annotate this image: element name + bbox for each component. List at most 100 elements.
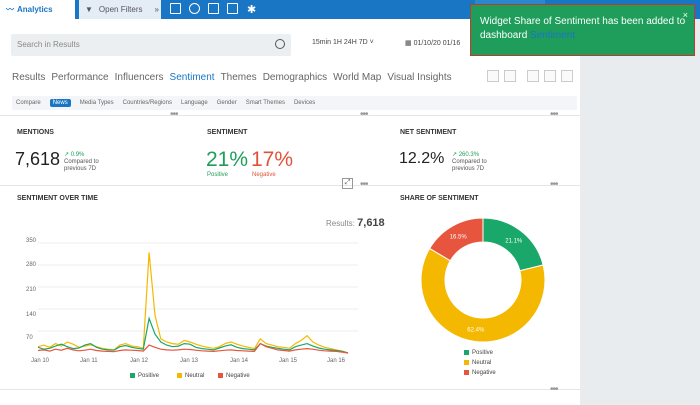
tab-demographics[interactable]: Demographics — [263, 72, 327, 83]
filter-icon: ▼ — [85, 5, 93, 14]
sentiment-over-time-title: SENTIMENT OVER TIME — [17, 195, 98, 202]
legend-negative[interactable]: Negative — [218, 373, 250, 379]
x-tick: Jan 16 — [327, 358, 346, 364]
positive-label: Positive — [207, 172, 229, 178]
subnav-gender[interactable]: Gender — [217, 100, 237, 106]
tab-sentiment[interactable]: Sentiment — [170, 72, 215, 83]
bulb-icon[interactable] — [189, 3, 200, 14]
subnav-compare[interactable]: Compare — [16, 100, 41, 106]
negative-swatch — [218, 373, 223, 378]
analytics-tab[interactable]: 〰 Analytics — [0, 0, 75, 19]
open-filters-button[interactable]: ▼ Open Filters » — [79, 0, 161, 19]
pie-legend-positive-label: Positive — [472, 350, 494, 357]
y-tick: 70 — [26, 335, 33, 341]
grid-icon[interactable] — [170, 3, 181, 14]
refresh-icon[interactable] — [504, 70, 516, 82]
layout-icon[interactable] — [527, 70, 539, 82]
tab-themes[interactable]: Themes — [221, 72, 257, 83]
mentions-compared: Compared to — [64, 159, 99, 165]
net-sentiment-value: 12.2% — [399, 150, 445, 167]
more-options-icon[interactable]: ••• — [360, 179, 368, 190]
tab-visual-insights[interactable]: Visual Insights — [387, 72, 451, 83]
toast-notification: × Widget Share of Sentiment has been add… — [470, 4, 695, 56]
x-tick: Jan 15 — [279, 358, 298, 364]
search-icon[interactable] — [275, 39, 285, 49]
negative-percentage: 17% — [251, 148, 294, 171]
y-tick: 210 — [26, 287, 37, 293]
x-tick: Jan 14 — [230, 358, 249, 364]
subnav-language[interactable]: Language — [181, 100, 208, 106]
pie-legend-negative[interactable]: Negative — [464, 370, 496, 376]
positive-swatch — [130, 373, 135, 378]
subnav-news[interactable]: News — [49, 99, 71, 107]
x-tick: Jan 11 — [80, 358, 98, 364]
series-line-neutral — [38, 252, 349, 354]
document-icon[interactable] — [208, 3, 219, 14]
expand-icon[interactable]: ⤢ — [342, 178, 353, 189]
calendar-tool-icon[interactable] — [487, 70, 499, 82]
neutral-swatch — [464, 360, 469, 365]
net-sentiment-change: ↗ 260.3% — [452, 152, 480, 158]
share-icon[interactable] — [561, 70, 573, 82]
share-of-sentiment-donut: 21.1% 62.4% 16.5% — [420, 217, 546, 343]
positive-percentage: 21% — [206, 148, 249, 171]
search-input[interactable]: Search in Results — [11, 34, 291, 56]
neutral-swatch — [177, 373, 182, 378]
mentions-period: previous 7D — [64, 166, 97, 172]
divider — [0, 115, 580, 116]
slice-label-positive: 21.1% — [505, 239, 523, 245]
date-range-picker[interactable]: ▦ 01/10/20 01/16 — [405, 39, 460, 47]
sentiment-over-time-chart — [38, 242, 358, 354]
legend-neutral[interactable]: Neutral — [177, 373, 204, 379]
share-of-sentiment-title: SHARE OF SENTIMENT — [400, 195, 479, 202]
time-range-selector[interactable]: 15min 1H 24H 7D ˅ — [312, 39, 374, 46]
divider — [0, 185, 580, 186]
analytics-logo-icon: 〰 — [6, 5, 14, 14]
main-panel: Search in Results 15min 1H 24H 7D ˅ ▦ 01… — [0, 19, 580, 405]
pie-legend-positive[interactable]: Positive — [464, 350, 493, 356]
subnav-devices[interactable]: Devices — [294, 100, 315, 106]
pie-legend-neutral[interactable]: Neutral — [464, 360, 491, 366]
pie-legend-negative-label: Negative — [472, 370, 496, 377]
tab-performance[interactable]: Performance — [51, 72, 108, 83]
more-options-icon[interactable]: ••• — [550, 384, 558, 395]
negative-swatch — [464, 370, 469, 375]
monitor-icon[interactable] — [227, 3, 238, 14]
more-options-icon[interactable]: ••• — [550, 179, 558, 190]
subnav-media-types[interactable]: Media Types — [80, 100, 114, 106]
toast-sentiment-link[interactable]: Sentiment — [530, 30, 575, 41]
sub-navigation: Compare News Media Types Countries/Regio… — [12, 96, 577, 110]
export-icon[interactable] — [544, 70, 556, 82]
legend-neutral-label: Neutral — [185, 373, 205, 380]
search-placeholder: Search in Results — [17, 40, 80, 49]
series-line-positive — [38, 316, 349, 354]
section-tabs: Results Performance Influencers Sentimen… — [12, 72, 452, 83]
analytics-label: Analytics — [17, 5, 53, 14]
net-sentiment-compared: Compared to — [452, 159, 487, 165]
gear-icon[interactable]: ✱ — [247, 0, 256, 19]
tab-world-map[interactable]: World Map — [333, 72, 381, 83]
more-options-icon[interactable]: ••• — [550, 109, 558, 120]
legend-negative-label: Negative — [226, 373, 250, 380]
net-sentiment-period: previous 7D — [452, 166, 485, 172]
subnav-countries[interactable]: Countries/Regions — [123, 100, 172, 106]
date-range-text: 01/10/20 01/16 — [413, 40, 461, 47]
toast-message: Widget Share of Sentiment has been added… — [480, 16, 686, 41]
legend-positive[interactable]: Positive — [130, 373, 159, 379]
slice-label-neutral: 62.4% — [467, 327, 485, 333]
open-filters-label: Open Filters — [98, 5, 143, 14]
tab-results[interactable]: Results — [12, 72, 45, 83]
close-icon[interactable]: × — [683, 8, 688, 22]
more-options-icon[interactable]: ••• — [170, 109, 178, 120]
results-label: Results: — [326, 219, 355, 228]
x-tick: Jan 13 — [180, 358, 199, 364]
more-options-icon[interactable]: ••• — [360, 109, 368, 120]
tab-influencers[interactable]: Influencers — [115, 72, 164, 83]
calendar-icon: ▦ — [405, 40, 414, 47]
subnav-smart-themes[interactable]: Smart Themes — [246, 100, 285, 106]
y-tick: 350 — [26, 238, 37, 244]
negative-label: Negative — [252, 172, 276, 178]
results-value: 7,618 — [357, 217, 385, 229]
sentiment-title: SENTIMENT — [207, 129, 248, 136]
mentions-value: 7,618 — [15, 149, 61, 169]
